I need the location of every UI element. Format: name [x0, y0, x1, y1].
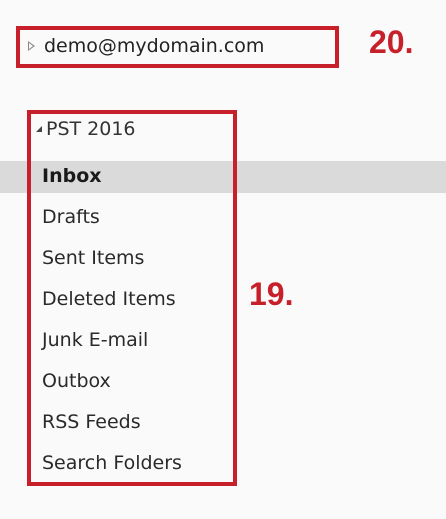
annotation-box-account: [16, 26, 339, 68]
annotation-label-19: 19.: [249, 276, 294, 312]
annotation-box-folders: [27, 110, 237, 486]
annotation-label-20: 20.: [369, 24, 414, 60]
